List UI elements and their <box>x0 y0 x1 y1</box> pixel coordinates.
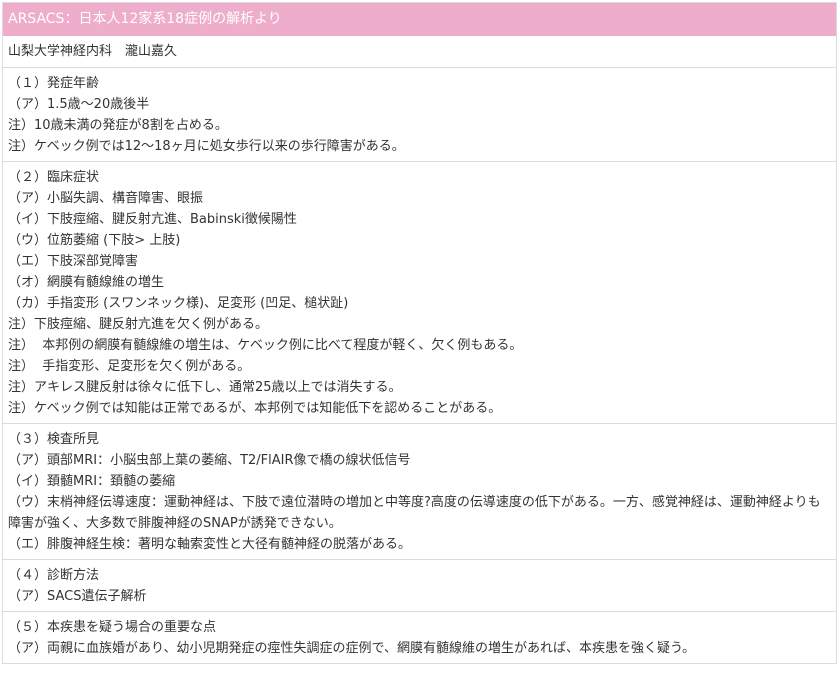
section-line: （ア）1.5歳～20歳後半 <box>8 97 150 112</box>
section-line: 注） 手指変形、足変形を欠く例がある。 <box>8 359 251 374</box>
section-line: （エ）下肢深部覚障害 <box>8 254 139 269</box>
section-line: 注）ケベック例では知能は正常であるが、本邦例では知能低下を認めることがある。 <box>8 401 502 416</box>
section-line: （ウ）末梢神経伝導速度：運動神経は、下肢で遠位潜時の増加と中等度?高度の伝導速度… <box>8 495 821 531</box>
section-line: （イ）頚髄MRI：頚髄の萎縮 <box>8 474 176 489</box>
section-heading: （５）本疾患を疑う場合の重要な点 <box>8 620 217 635</box>
section-line: （ア）頭部MRI：小脳虫部上葉の萎縮、T2/FlAIR像で橋の線状低信号 <box>8 453 411 468</box>
section-line: 注）10歳未満の発症が8割を占める。 <box>8 118 228 133</box>
section-line: （カ）手指変形 (スワンネック様)、足変形 (凹足、槌状趾) <box>8 296 349 311</box>
section-3: （３）検査所見 （ア）頭部MRI：小脳虫部上葉の萎縮、T2/FlAIR像で橋の線状… <box>3 424 836 560</box>
section-5: （５）本疾患を疑う場合の重要な点 （ア）両親に血族婚があり、幼小児期発症の痙性失調… <box>3 612 836 663</box>
section-heading: （３）検査所見 <box>8 432 100 447</box>
section-line: （エ）腓腹神経生検：著明な軸索変性と大径有髄神経の脱落がある。 <box>8 537 412 552</box>
section-line: 注）下肢痙縮、腱反射亢進を欠く例がある。 <box>8 317 269 332</box>
section-heading: （２）臨床症状 <box>8 170 100 185</box>
section-4: （４）診断方法 （ア）SACS遺伝子解析 <box>3 560 836 612</box>
content-sections: （１）発症年齢 （ア）1.5歳～20歳後半注）10歳未満の発症が8割を占める。注）… <box>3 68 836 663</box>
section-line: （ウ）位筋萎縮 (下肢> 上肢) <box>8 233 181 248</box>
document-table: ARSACS：日本人12家系18症例の解析より 山梨大学神経内科 瀧山嘉久 （１… <box>2 2 837 664</box>
section-heading: （４）診断方法 <box>8 568 100 583</box>
section-line: （イ）下肢痙縮、腱反射亢進、Babinski徴候陽性 <box>8 212 297 227</box>
author-line: 山梨大学神経内科 瀧山嘉久 <box>3 36 836 68</box>
section-line: 注） 本邦例の網膜有髄線維の増生は、ケベック例に比べて程度が軽く、欠く例もある。 <box>8 338 523 353</box>
section-line: （ア）小脳失調、構音障害、眼振 <box>8 191 204 206</box>
section-line: （ア）両親に血族婚があり、幼小児期発症の痙性失調症の症例で、網膜有髄線維の増生が… <box>8 641 696 656</box>
section-heading: （１）発症年齢 <box>8 76 100 91</box>
section-2: （２）臨床症状 （ア）小脳失調、構音障害、眼振 （イ）下肢痙縮、腱反射亢進、Babi… <box>3 162 836 424</box>
section-line: （オ）網膜有髄線維の増生 <box>8 275 165 290</box>
section-line: （ア）SACS遺伝子解析 <box>8 589 147 604</box>
section-line: 注）アキレス腱反射は徐々に低下し、通常25歳以上では消失する。 <box>8 380 402 395</box>
section-1: （１）発症年齢 （ア）1.5歳～20歳後半注）10歳未満の発症が8割を占める。注）… <box>3 68 836 162</box>
section-line: 注）ケベック例では12～18ヶ月に処女歩行以来の歩行障害がある。 <box>8 139 405 154</box>
page-title: ARSACS：日本人12家系18症例の解析より <box>3 3 836 36</box>
